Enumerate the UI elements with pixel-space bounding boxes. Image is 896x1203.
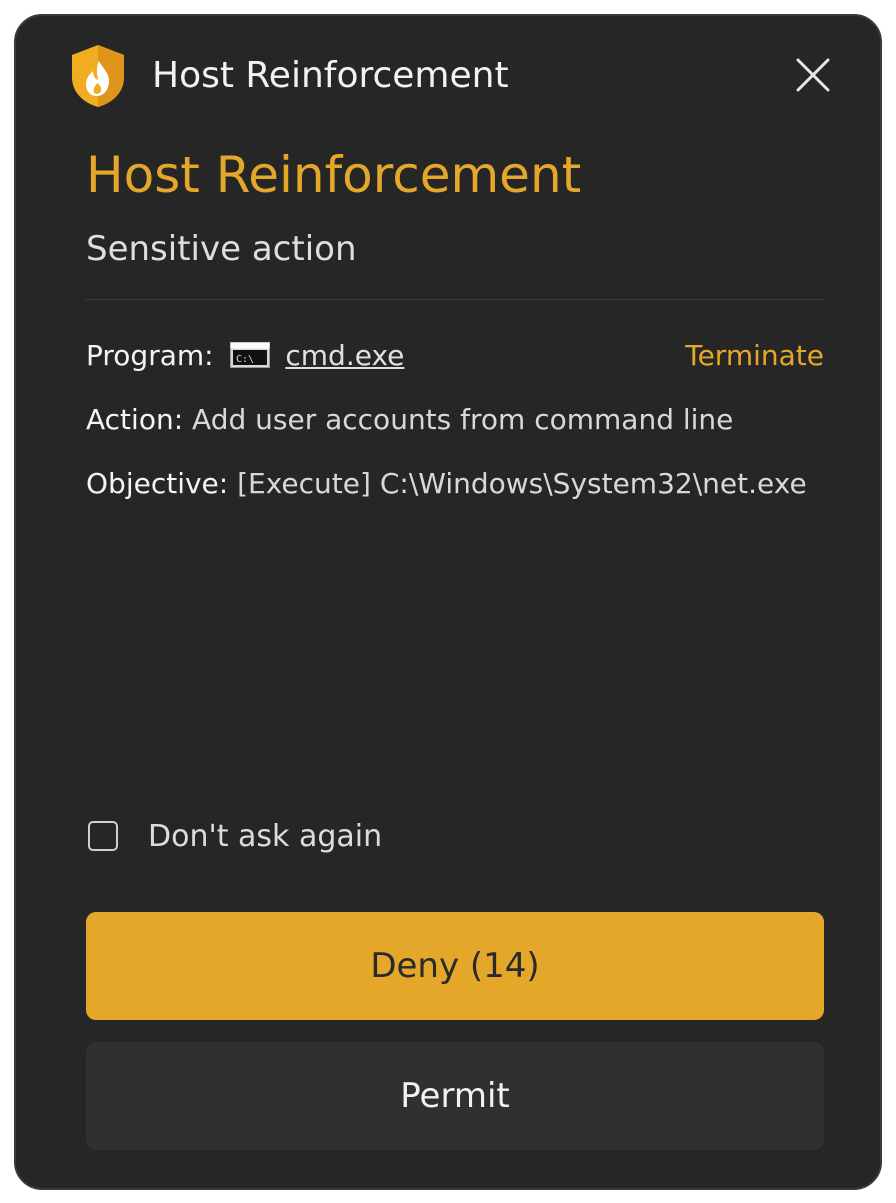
svg-text:C:\: C:\ — [236, 354, 254, 365]
dialog-subheading: Sensitive action — [86, 229, 357, 269]
dont-ask-again-option[interactable]: Don't ask again — [88, 812, 382, 860]
action-value: Add user accounts from command line — [192, 403, 734, 436]
terminate-link[interactable]: Terminate — [685, 336, 824, 376]
deny-button[interactable]: Deny (14) — [86, 912, 824, 1020]
action-label: Action: — [86, 403, 184, 436]
security-alert-dialog: Host Reinforcement Host Reinforcement Se… — [14, 14, 882, 1190]
permit-button[interactable]: Permit — [86, 1042, 824, 1150]
dialog-heading: Host Reinforcement — [86, 146, 582, 204]
divider — [86, 299, 824, 300]
program-row: Program: C:\ cmd.exe Terminate — [86, 336, 824, 380]
objective-label: Objective: — [86, 467, 229, 500]
close-icon — [796, 58, 830, 92]
objective-value: [Execute] C:\Windows\System32\net.exe — [237, 467, 807, 500]
dont-ask-again-checkbox[interactable] — [88, 821, 118, 851]
program-link[interactable]: cmd.exe — [285, 339, 404, 372]
shield-flame-icon — [72, 45, 124, 107]
close-button[interactable] — [790, 52, 836, 98]
window-title: Host Reinforcement — [152, 55, 509, 96]
cmd-icon: C:\ — [230, 342, 271, 368]
action-row: Action: Add user accounts from command l… — [86, 400, 824, 440]
objective-row: Objective: [Execute] C:\Windows\System32… — [86, 464, 824, 504]
dont-ask-again-label: Don't ask again — [148, 818, 383, 854]
title-bar: Host Reinforcement — [16, 16, 880, 134]
program-label: Program: — [86, 339, 214, 372]
